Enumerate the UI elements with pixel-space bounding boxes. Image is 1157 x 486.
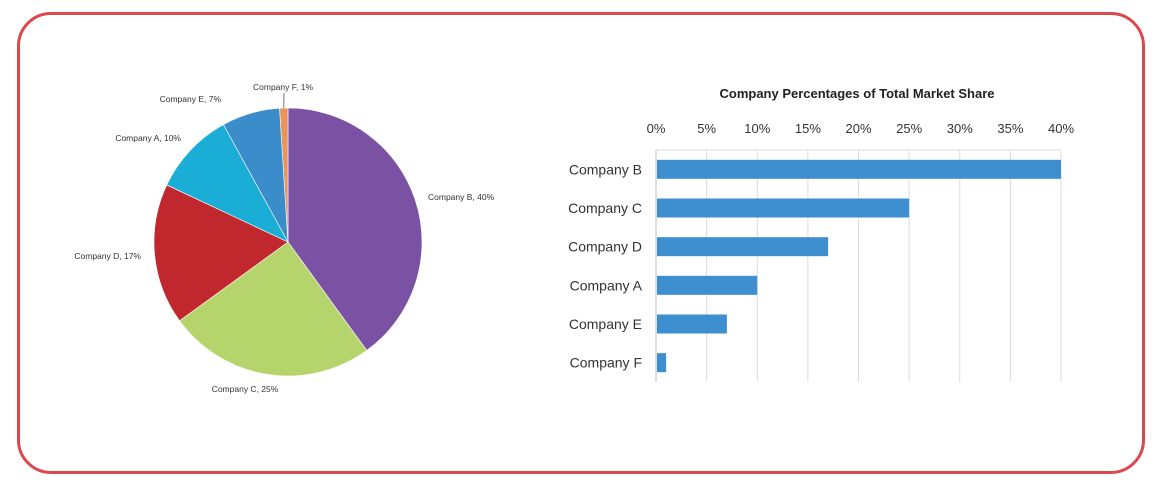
- category-label-company-b: Company B: [569, 161, 642, 177]
- bar-company-d: [657, 237, 829, 257]
- category-label-company-c: Company C: [568, 200, 642, 216]
- bar-chart-title: Company Percentages of Total Market Shar…: [719, 86, 994, 101]
- x-tick-label: 0%: [647, 121, 666, 136]
- x-tick-label: 35%: [997, 121, 1023, 136]
- category-label-company-d: Company D: [568, 239, 642, 255]
- pie-label-company-c: Company C, 25%: [212, 384, 279, 394]
- category-label-company-f: Company F: [570, 355, 642, 371]
- x-tick-label: 15%: [795, 121, 821, 136]
- chart-canvas: Company B, 40% Company C, 25% Company D, 1…: [74, 82, 1074, 394]
- bar-company-f: [657, 353, 667, 373]
- bar-company-c: [657, 198, 910, 218]
- x-tick-label: 25%: [896, 121, 922, 136]
- pie-label-company-f: Company F, 1%: [253, 82, 313, 92]
- category-label-company-e: Company E: [569, 316, 642, 332]
- x-tick-label: 5%: [697, 121, 716, 136]
- bar-company-a: [657, 275, 758, 295]
- x-tick-label: 10%: [744, 121, 770, 136]
- category-label-company-a: Company A: [570, 277, 643, 293]
- bar-company-e: [657, 314, 727, 334]
- x-tick-label: 20%: [845, 121, 871, 136]
- pie-label-company-e: Company E, 7%: [160, 94, 222, 104]
- pie-label-company-d: Company D, 17%: [74, 251, 141, 261]
- pie-label-company-a: Company A, 10%: [115, 133, 181, 143]
- bar-company-b: [657, 159, 1061, 179]
- x-tick-label: 40%: [1048, 121, 1074, 136]
- pie-label-company-b: Company B, 40%: [428, 192, 495, 202]
- x-tick-label: 30%: [947, 121, 973, 136]
